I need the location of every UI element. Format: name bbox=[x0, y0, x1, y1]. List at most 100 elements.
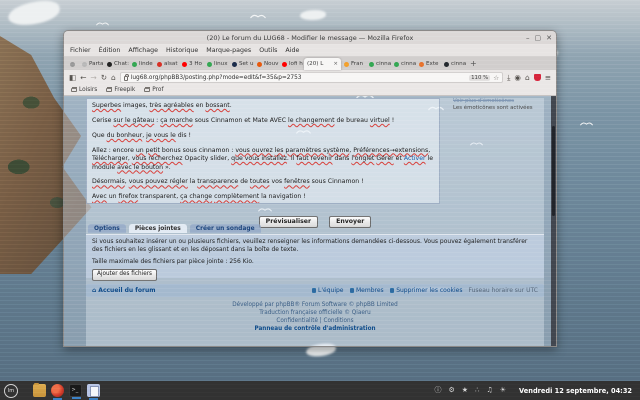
browser-tab[interactable]: Parta bbox=[79, 58, 104, 70]
mint-menu-button[interactable]: lm bbox=[4, 384, 18, 398]
browser-tab[interactable]: Chat: bbox=[104, 58, 129, 70]
tab-label: linde bbox=[139, 61, 153, 67]
footer-link-icon bbox=[390, 288, 395, 293]
bookmark-folder[interactable]: Loisirs bbox=[71, 87, 97, 93]
message-text: toutes bbox=[250, 178, 270, 185]
message-text: que vous installez bbox=[231, 155, 287, 162]
new-tab-button[interactable]: + bbox=[466, 59, 481, 68]
menu-item-marquepages[interactable]: Marque-pages bbox=[206, 47, 251, 54]
panel-tab-crerunsondage[interactable]: Créer un sondage bbox=[190, 224, 261, 233]
browser-tab[interactable]: cinna bbox=[391, 58, 416, 70]
message-text: virtuel bbox=[370, 117, 390, 124]
settings-icon[interactable]: ⚙ bbox=[448, 387, 454, 394]
window-titlebar[interactable]: (20) Le forum du LUG68 - Modifier le mes… bbox=[64, 31, 556, 44]
bookmark-folder[interactable]: Prof bbox=[144, 87, 163, 93]
bookmark-folder[interactable]: Freepik bbox=[106, 87, 135, 93]
media-player-icon[interactable]: ♫ bbox=[486, 387, 492, 394]
footer-link[interactable]: Membres bbox=[350, 287, 384, 294]
firefox-icon[interactable] bbox=[51, 384, 64, 397]
tab-label: cinna bbox=[401, 61, 416, 67]
minimize-button[interactable]: – bbox=[526, 34, 530, 42]
add-files-button[interactable]: Ajouter des fichiers bbox=[92, 269, 157, 281]
message-text: de bbox=[238, 178, 250, 185]
url-bar[interactable]: lug68.org/phpBB3/posting.php?mode=edit&f… bbox=[120, 72, 503, 83]
browser-tab[interactable]: Set u bbox=[229, 58, 254, 70]
desktop: (20) Le forum du LUG68 - Modifier le mes… bbox=[0, 0, 640, 400]
browser-tab[interactable]: Nouv bbox=[254, 58, 279, 70]
close-button[interactable]: ✕ bbox=[546, 34, 552, 42]
tab-close-icon[interactable]: × bbox=[333, 61, 338, 67]
reload-icon[interactable]: ↻ bbox=[101, 74, 107, 82]
info-icon[interactable]: ⓘ bbox=[434, 387, 441, 394]
browser-tab[interactable]: (20) L× bbox=[304, 58, 341, 70]
forum-home-link[interactable]: ⌂ Accueil du forum bbox=[92, 287, 155, 294]
download-icon[interactable]: ⤓ bbox=[507, 74, 510, 82]
folder-icon bbox=[106, 88, 112, 92]
taskbar-clock[interactable]: Vendredi 12 septembre, 04:32 bbox=[519, 387, 632, 395]
browser-tab[interactable]: linde bbox=[129, 58, 154, 70]
browser-tab[interactable]: 3 Ho bbox=[179, 58, 204, 70]
preview-button[interactable]: Prévisualiser bbox=[259, 216, 318, 228]
tab-label: Parta bbox=[89, 61, 103, 67]
message-text: dis ! bbox=[176, 132, 191, 139]
extension-icon[interactable]: ⌂ bbox=[525, 74, 530, 82]
tab-favicon bbox=[394, 62, 399, 67]
message-text: le changement bbox=[288, 117, 334, 124]
browser-tab[interactable]: cinna bbox=[441, 58, 466, 70]
message-text: Préférences→extensions bbox=[353, 147, 428, 154]
menu-item-affichage[interactable]: Affichage bbox=[128, 47, 158, 54]
ublock-icon[interactable] bbox=[534, 74, 541, 81]
menu-item-fichier[interactable]: Fichier bbox=[70, 47, 91, 54]
credits-line: Panneau de contrôle d'administration bbox=[86, 325, 544, 333]
network-icon[interactable]: ∴ bbox=[475, 387, 479, 394]
terminal-icon[interactable] bbox=[69, 384, 82, 397]
lock-icon bbox=[124, 76, 128, 81]
menu-item-dition[interactable]: Édition bbox=[99, 47, 121, 54]
message-text: du bonheur bbox=[107, 132, 143, 139]
menu-item-outils[interactable]: Outils bbox=[259, 47, 277, 54]
tab-favicon bbox=[207, 62, 212, 67]
panel-tab-picesjointes[interactable]: Pièces jointes bbox=[129, 224, 187, 233]
footer-link[interactable]: L'équipe bbox=[312, 287, 344, 294]
message-textarea[interactable]: Superbes images, très agréables en bossa… bbox=[86, 98, 440, 204]
files-icon[interactable] bbox=[33, 384, 46, 397]
timezone-text: Fuseau horaire sur UTC bbox=[468, 287, 538, 294]
sidebar-toggle-icon[interactable]: ◧ bbox=[69, 74, 76, 82]
bookmark-star-icon[interactable]: ☆ bbox=[493, 74, 499, 82]
account-icon[interactable]: ◉ bbox=[514, 74, 521, 82]
maximize-button[interactable]: ▢ bbox=[535, 34, 542, 42]
scrollbar[interactable] bbox=[551, 96, 556, 347]
message-text: vous ouvrez bbox=[235, 147, 272, 154]
browser-tab[interactable]: Exte bbox=[416, 58, 441, 70]
message-text: complètement bbox=[214, 193, 259, 200]
menu-item-aide[interactable]: Aide bbox=[285, 47, 299, 54]
menu-item-historique[interactable]: Historique bbox=[166, 47, 198, 54]
back-icon[interactable]: ← bbox=[80, 74, 86, 82]
home-icon[interactable]: ⌂ bbox=[111, 74, 116, 82]
app-menu-icon[interactable]: ≡ bbox=[545, 74, 551, 82]
text-editor-icon[interactable] bbox=[87, 384, 100, 397]
zoom-level-indicator[interactable]: 110 % bbox=[469, 75, 490, 81]
browser-tab[interactable]: cinna bbox=[366, 58, 391, 70]
browser-viewport: Superbes images, très agréables en bossa… bbox=[64, 96, 556, 347]
message-text: ça marche bbox=[160, 117, 193, 124]
browser-tab[interactable]: lofi h bbox=[279, 58, 304, 70]
message-text: ». bbox=[163, 164, 171, 171]
scrollbar-thumb[interactable] bbox=[552, 126, 555, 216]
browser-tab[interactable]: linux bbox=[204, 58, 229, 70]
brightness-icon[interactable]: ☀ bbox=[500, 387, 506, 394]
browser-tab[interactable]: Fran bbox=[341, 58, 366, 70]
submit-button[interactable]: Envoyer bbox=[329, 216, 371, 228]
favorites-icon[interactable]: ★ bbox=[462, 387, 468, 394]
message-text: vous recherchez bbox=[132, 155, 183, 162]
panel-tab-options[interactable]: Options bbox=[88, 224, 126, 233]
message-text: un bbox=[107, 193, 119, 200]
forward-icon[interactable]: → bbox=[90, 74, 96, 82]
tab-label: cinna bbox=[451, 61, 466, 67]
browser-tab[interactable] bbox=[66, 58, 79, 70]
browser-tab[interactable]: alsat bbox=[154, 58, 179, 70]
more-smilies-link[interactable]: Voir plus d'émoticônes bbox=[453, 98, 543, 105]
footer-link-icon bbox=[350, 288, 355, 293]
smilies-status-text: Les émoticônes sont activées bbox=[453, 105, 543, 112]
footer-link[interactable]: Supprimer les cookies bbox=[390, 287, 463, 294]
